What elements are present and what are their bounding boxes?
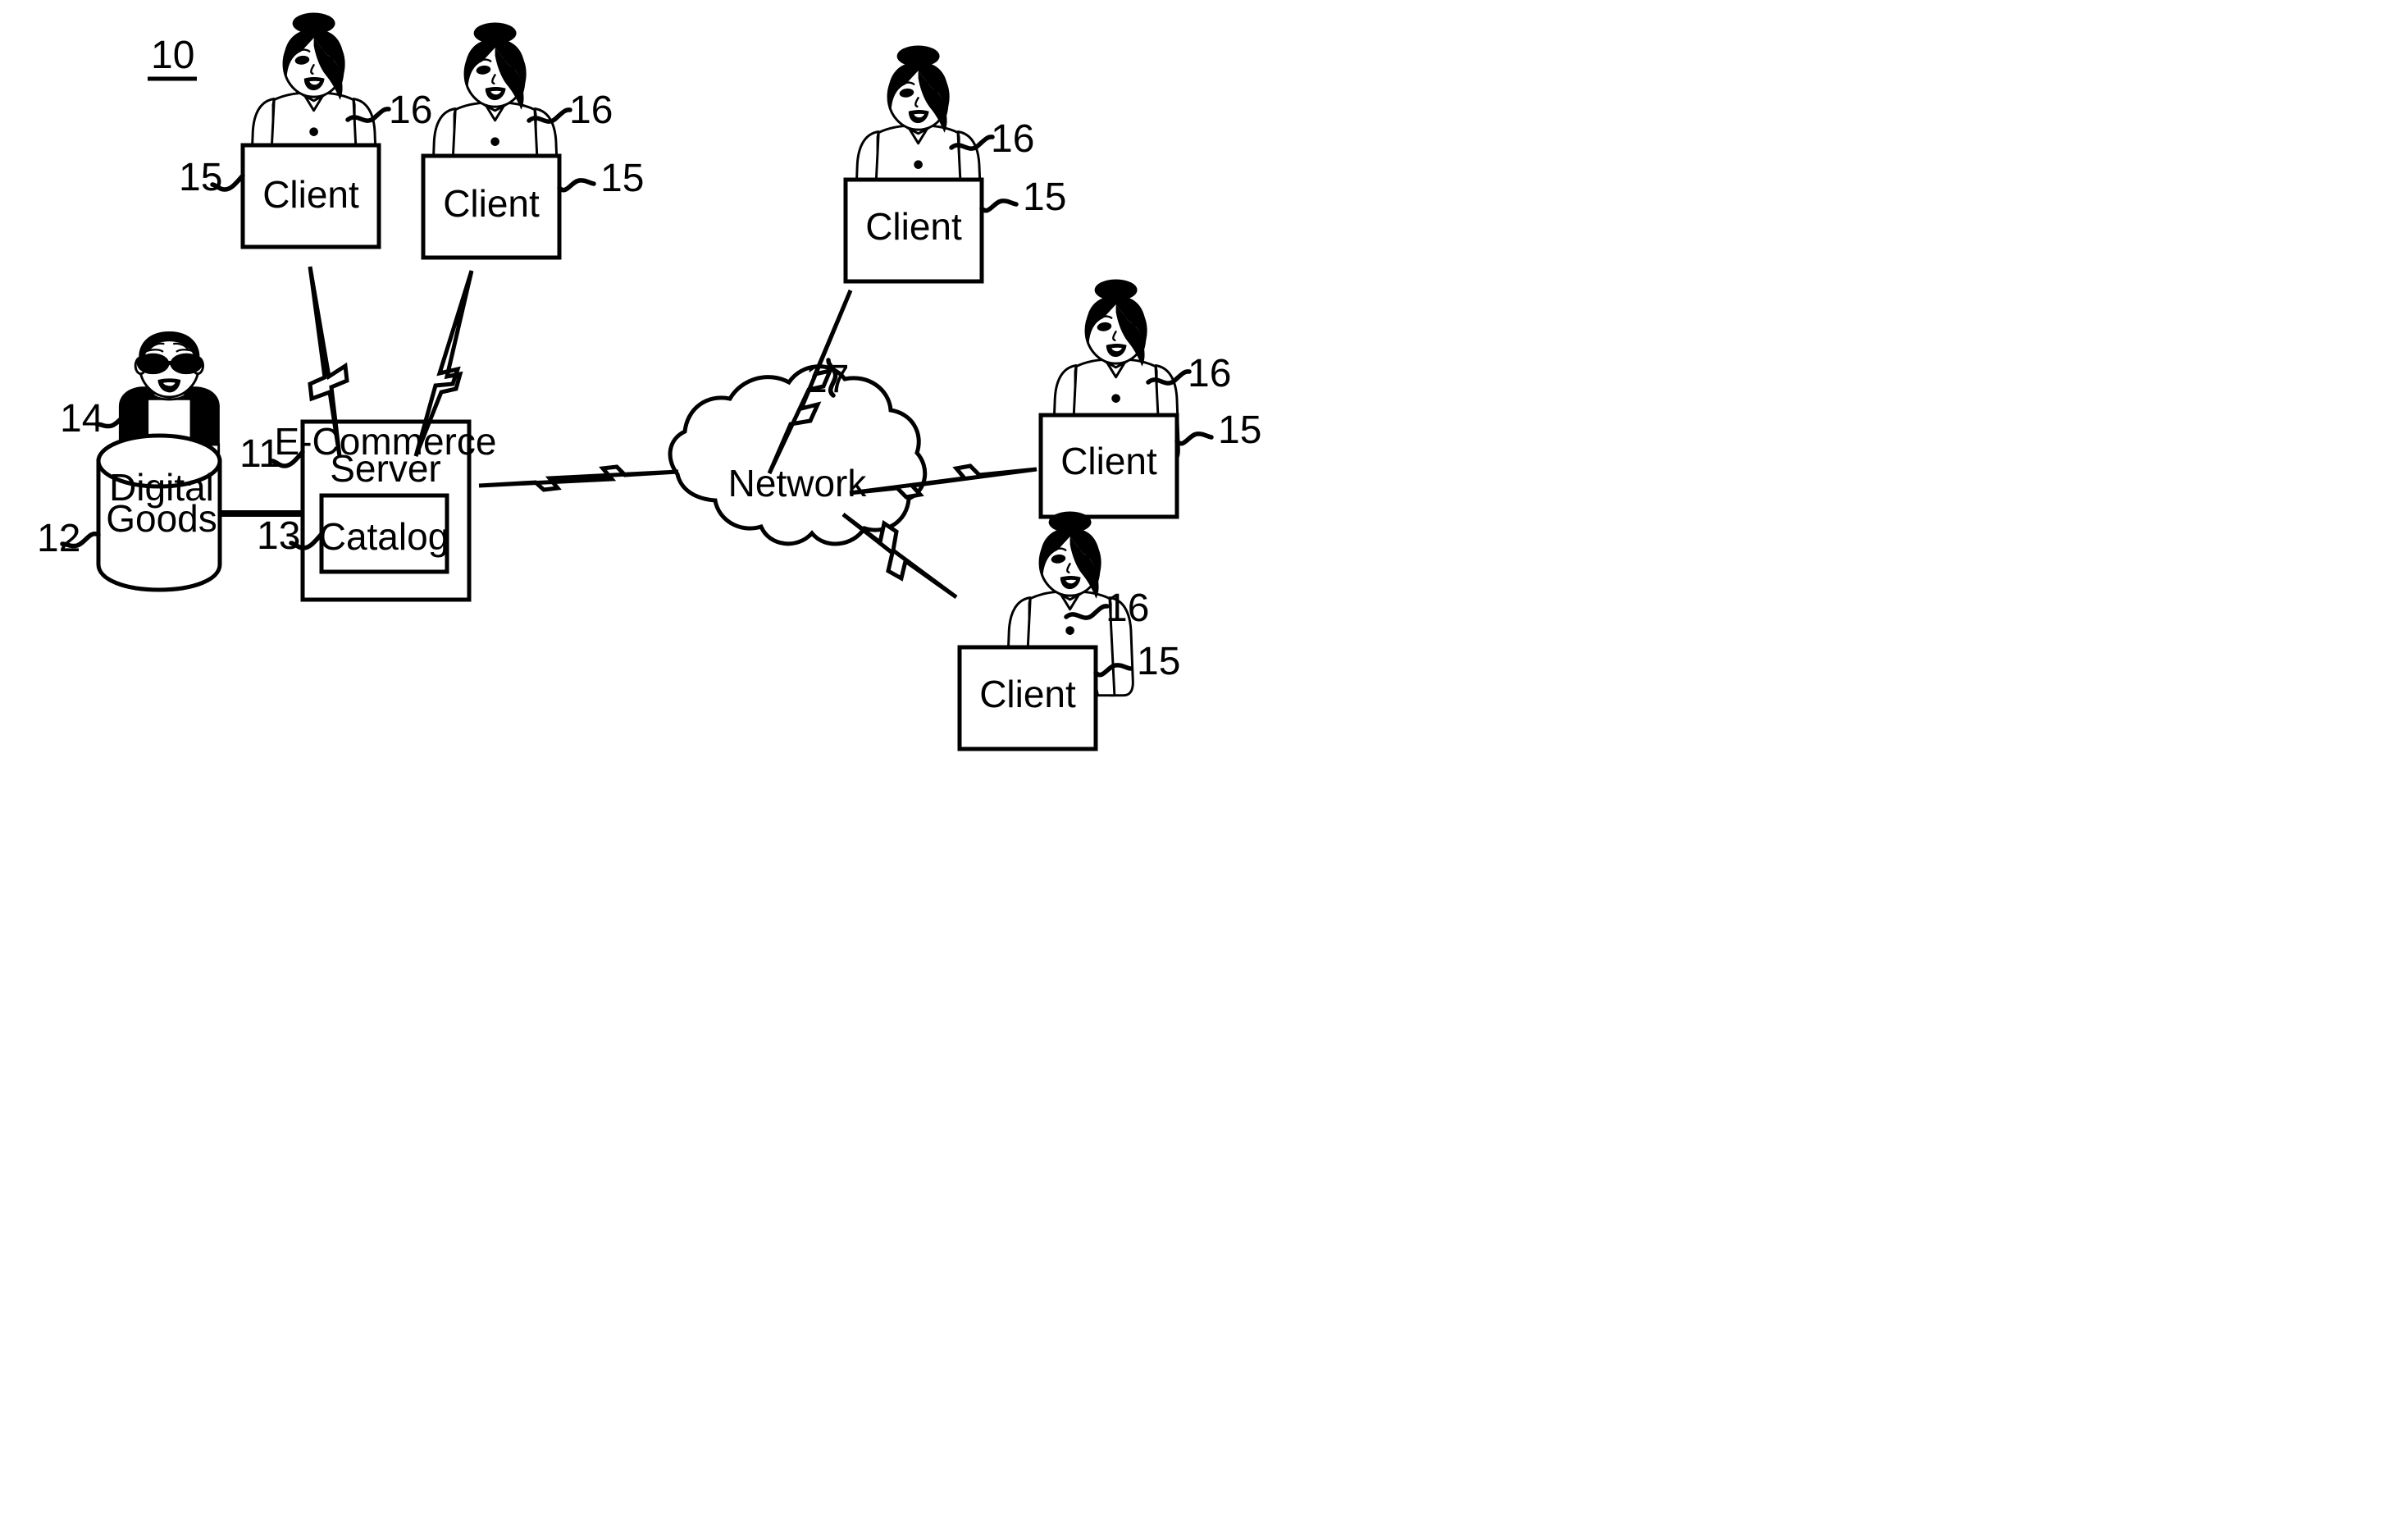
ecommerce-server-group[interactable]: E-Commerce Server 11 Catalog 13 <box>239 419 496 602</box>
patent-figure: 10 Client 16 15 Client 16 15 Client 16 1… <box>0 0 2408 1525</box>
client-4-box-ref: 15 <box>1218 409 1261 452</box>
client-3-box-leader <box>979 199 1019 213</box>
client-1-box-ref: 15 <box>179 156 222 199</box>
ecommerce-server-ref: 11 <box>239 432 280 476</box>
network-group[interactable]: Network 17 <box>668 358 928 546</box>
catalog-ref: 13 <box>257 514 300 558</box>
figure-number: 10 <box>148 34 197 81</box>
digital-goods-label-line2: Goods <box>106 497 217 540</box>
client-2-box-ref: 15 <box>600 157 644 200</box>
client-2-label: Client <box>443 182 540 225</box>
client-3-label: Client <box>865 205 962 248</box>
client-1-label: Client <box>262 173 359 216</box>
client-4-user-ref: 16 <box>1188 352 1231 395</box>
ecommerce-server-label-line2: Server <box>330 447 440 490</box>
digital-goods-ref: 12 <box>37 517 80 560</box>
client-2-box-leader <box>557 178 596 193</box>
network-label: Network <box>728 462 868 505</box>
client-5-label: Client <box>979 673 1076 715</box>
merchant-ref: 14 <box>60 397 103 441</box>
client-5-box-ref: 15 <box>1137 640 1180 683</box>
client-5-group[interactable]: Client 16 15 <box>957 510 1180 751</box>
figure-canvas: 10 Client 16 15 Client 16 15 Client 16 1… <box>37 11 1261 751</box>
client-2-group[interactable]: Client 16 15 <box>421 21 644 260</box>
figure-number-text: 10 <box>151 34 194 77</box>
client-1-user-ref: 16 <box>389 89 432 132</box>
client-5-user-ref: 16 <box>1106 587 1149 630</box>
client-3-user-ref: 16 <box>991 117 1034 161</box>
catalog-label: Catalog <box>319 515 449 558</box>
client-2-user-ref: 16 <box>569 89 613 132</box>
client-4-box-leader <box>1174 431 1214 446</box>
bolt-server-network <box>478 464 679 492</box>
network-cloud-shape[interactable] <box>668 364 928 546</box>
client-4-group[interactable]: Client 16 15 <box>1038 278 1261 519</box>
client-3-group[interactable]: Client 16 15 <box>843 44 1066 284</box>
client-4-label: Client <box>1060 440 1157 482</box>
bolt-network-client5 <box>841 513 958 600</box>
client-3-box-ref: 15 <box>1023 176 1066 219</box>
client-1-group[interactable]: Client 16 15 <box>179 11 432 249</box>
